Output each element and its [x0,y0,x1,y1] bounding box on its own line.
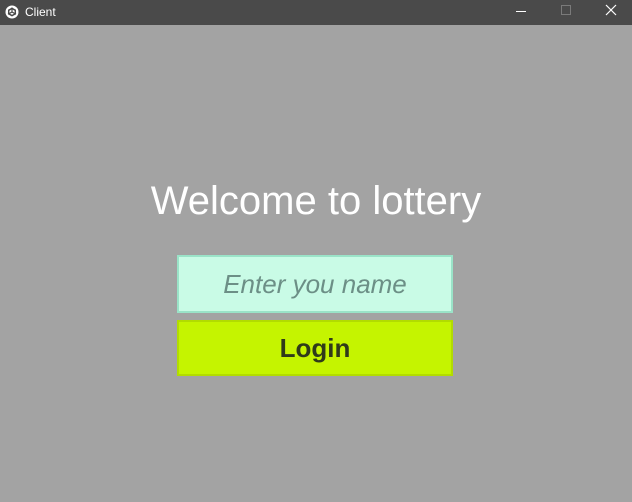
minimize-icon [516,11,526,12]
name-input[interactable] [177,255,453,313]
maximize-icon [561,5,571,15]
close-button[interactable] [588,0,632,25]
minimize-button[interactable] [499,0,543,25]
unity-icon [5,5,19,19]
client-window: Client Welcome to lottery Login [0,0,632,502]
login-button[interactable]: Login [177,320,453,376]
maximize-button[interactable] [544,0,588,25]
close-icon [605,4,617,16]
window-title: Client [25,5,56,19]
title-bar[interactable]: Client [0,0,632,25]
welcome-heading: Welcome to lottery [150,179,482,223]
